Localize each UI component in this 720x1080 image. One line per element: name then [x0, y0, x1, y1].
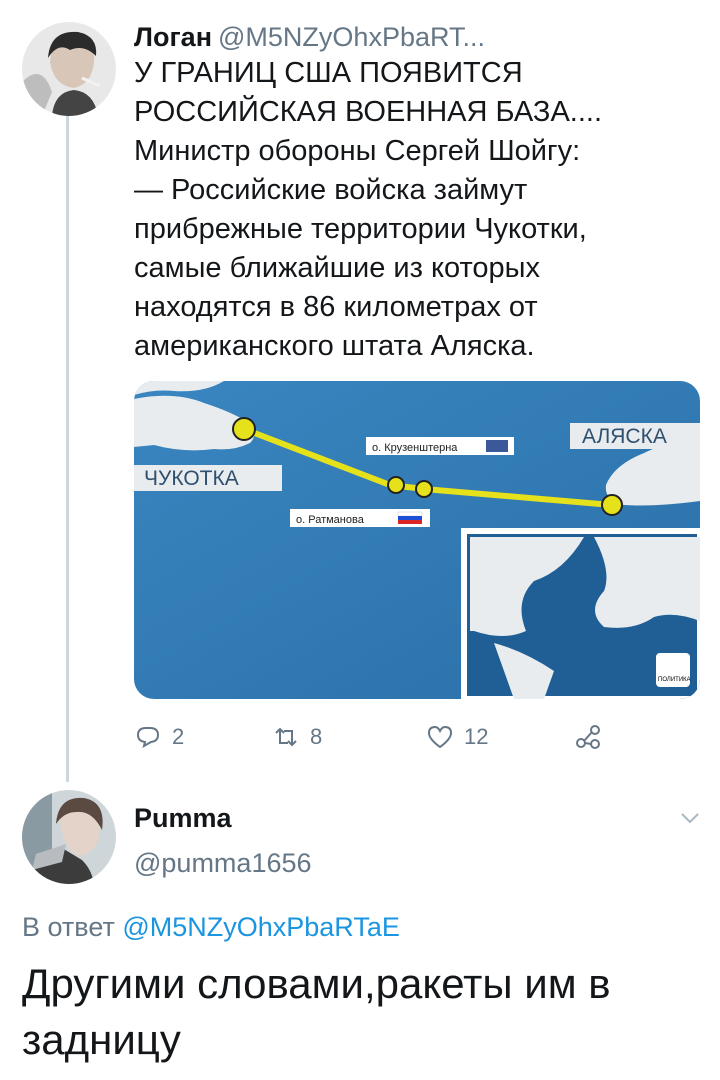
- tweet-header: Логан @M5NZyOhxPbaRT...: [134, 20, 704, 54]
- tweet-text-line: — Российские войска займут: [134, 174, 528, 206]
- label-kruzenshtern: о. Крузенштерна: [372, 442, 458, 454]
- reply-count: 2: [172, 724, 185, 749]
- tweet-body: Логан @M5NZyOhxPbaRT... У ГРАНИЦ США ПОЯВ…: [134, 20, 704, 366]
- retweet-button[interactable]: 8: [272, 720, 322, 754]
- avatar[interactable]: [22, 22, 116, 116]
- label-chukotka: ЧУКОТКА: [144, 467, 239, 490]
- tweet-actions: 2 8 12: [134, 720, 614, 754]
- share-button[interactable]: [574, 720, 612, 754]
- reply-context: В ответ @M5NZyOhxPbaRTaE: [22, 912, 400, 943]
- tweet-media-map[interactable]: ЧУКОТКА АЛЯСКА о. Крузенштерна о. Ратман…: [134, 381, 700, 699]
- tweet-text-line: американского штата Аляска.: [134, 330, 535, 362]
- like-button[interactable]: 12: [426, 720, 488, 754]
- like-count: 12: [464, 724, 489, 749]
- like-icon: [427, 725, 453, 749]
- tweet-text-line: задницу: [22, 1016, 181, 1063]
- tweet-text-line: РОССИЙСКАЯ ВОЕННАЯ БАЗА....: [134, 96, 603, 128]
- retweet-icon: [275, 727, 297, 747]
- label-ratmanov: о. Ратманова: [296, 514, 365, 526]
- reply-button[interactable]: 2: [134, 720, 184, 754]
- retweet-count: 8: [310, 724, 323, 749]
- tweet-text: У ГРАНИЦ США ПОЯВИТСЯ РОССИЙСКАЯ ВОЕННАЯ…: [134, 54, 704, 366]
- share-icon: [576, 725, 600, 749]
- author-name[interactable]: Логан: [134, 22, 212, 52]
- tweet-text-line: прибрежные территории Чукотки,: [134, 213, 587, 245]
- reply-prefix: В ответ: [22, 912, 115, 942]
- tweet-text-line: находятся в 86 километрах от: [134, 291, 538, 323]
- chevron-down-icon[interactable]: [678, 806, 702, 830]
- author-handle[interactable]: @pumma1656: [134, 848, 312, 879]
- tweet-text-line: Министр обороны Сергей Шойгу:: [134, 135, 581, 167]
- tweet-text-line: У ГРАНИЦ США ПОЯВИТСЯ: [134, 57, 523, 89]
- reply-icon: [136, 727, 160, 749]
- tweet-text-line: самые ближайшие из которых: [134, 252, 541, 284]
- russia-flag-icon: [397, 511, 423, 524]
- label-alaska: АЛЯСКА: [582, 425, 667, 448]
- channel-logo-text: ПОЛИТИКА: [658, 677, 691, 683]
- thread-connector-line: [66, 112, 69, 782]
- tweet-text: Другими словами,ракеты им в задницу: [22, 956, 702, 1068]
- tweet-text-line: Другими словами,ракеты им в: [22, 960, 611, 1007]
- author-handle[interactable]: @M5NZyOhxPbaRT...: [218, 22, 485, 52]
- avatar[interactable]: [22, 790, 116, 884]
- us-flag-icon: [486, 440, 508, 452]
- reply-mention-link[interactable]: @M5NZyOhxPbaRTaE: [122, 912, 400, 942]
- author-name[interactable]: Pumma: [134, 803, 232, 834]
